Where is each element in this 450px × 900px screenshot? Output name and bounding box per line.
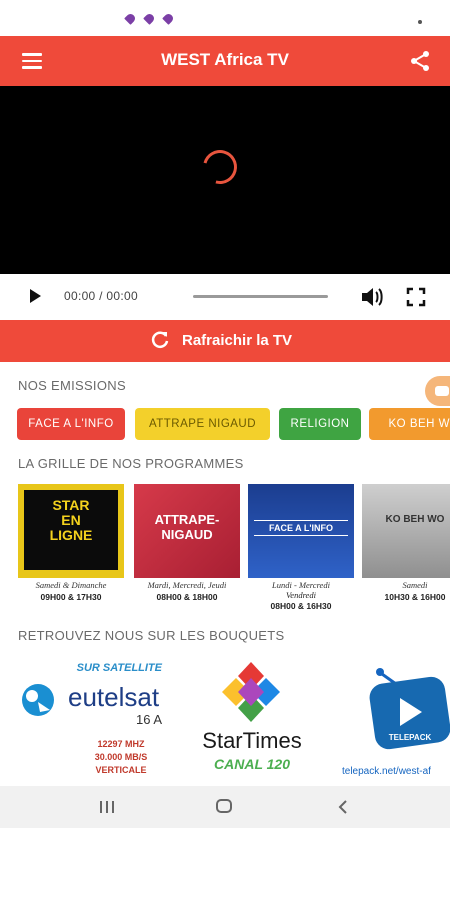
bouquets-list: SUR SATELLITE eutelsat 16 A 12297 MHZ 30… [18,656,450,786]
status-bar [0,0,450,36]
emission-chip[interactable]: KO BEH WO [369,408,450,440]
program-thumbnail-text: KO BEH WO [385,514,445,525]
telepack-logo-icon: TELEPACK [369,668,450,750]
refresh-label: Rafraichir la TV [182,331,293,349]
program-thumbnail-text: ATTRAPE- [154,512,220,527]
emission-chip[interactable]: RELIGION [279,408,361,440]
program-days: Samedi & Dimanche [35,580,107,590]
section-title-emissions: NOS EMISSIONS [18,378,126,393]
notification-icon [143,12,156,25]
section-title-programmes: LA GRILLE DE NOS PROGRAMMES [18,456,244,471]
bouquet-card-startimes[interactable]: StarTimes CANAL 120 [178,656,326,784]
program-thumbnail-text: FACE A L'INFO [269,523,333,533]
notification-icons [124,12,175,25]
bouquet-channel: CANAL 120 [214,756,290,772]
battery-icon [418,20,422,24]
program-hours: 10H30 & 16H00 [384,592,446,602]
program-hours: 08H00 & 18H00 [156,592,218,602]
telepack-logo-text: TELEPACK [389,733,432,742]
program-card[interactable]: STAR EN LIGNE Samedi & Dimanche 09H00 & … [18,484,124,612]
player-controls: 00:00 / 00:00 [0,274,450,320]
program-thumbnail: FACE A L'INFO [248,484,354,578]
bouquet-sub: 16 A [135,712,162,727]
programmes-list: STAR EN LIGNE Samedi & Dimanche 09H00 & … [18,484,450,614]
emission-chip[interactable]: ATTRAPE NIGAUD [135,408,270,440]
program-thumbnail: STAR EN LIGNE [18,484,124,578]
notification-icon [124,12,137,25]
bouquet-name: eutelsat [68,682,160,712]
program-days: Samedi [402,580,428,590]
bouquet-card-eutelsat[interactable]: SUR SATELLITE eutelsat 16 A 12297 MHZ 30… [18,656,166,784]
time-display: 00:00 / 00:00 [64,289,138,303]
program-thumbnail: KO BEH WO [362,484,450,578]
bouquet-name: StarTimes [202,728,302,753]
emissions-list: FACE A L'INFO ATTRAPE NIGAUD RELIGION KO… [17,408,450,442]
fullscreen-icon[interactable] [406,287,426,307]
bouquet-card-telepack[interactable]: TELEPACK telepack.net/west-af [338,656,450,784]
bouquet-symbol-rate: 30.000 MB/S [94,752,148,762]
emission-chip[interactable]: FACE A L'INFO [17,408,125,440]
bouquet-heading: SUR SATELLITE [76,662,162,674]
bouquet-polarization: VERTICALE [95,765,147,775]
program-days: Mardi, Mercredi, Jeudi [147,580,227,590]
program-card[interactable]: KO BEH WO Samedi 10H30 & 16H00 [362,484,450,612]
play-icon[interactable] [30,289,41,303]
program-card[interactable]: FACE A L'INFO Lundi - Mercredi Vendredi … [248,484,354,612]
app-title: WEST Africa TV [161,50,289,69]
program-days: Lundi - Mercredi [272,580,330,590]
youtube-icon[interactable] [425,376,450,406]
program-card[interactable]: ATTRAPE- NIGAUD Mardi, Mercredi, Jeudi 0… [134,484,240,612]
program-days-extra: Vendredi [286,590,316,600]
program-thumbnail-text: NIGAUD [161,527,213,542]
section-title-bouquets: RETROUVEZ NOUS SUR LES BOUQUETS [18,628,285,643]
volume-icon[interactable] [360,286,384,308]
program-hours: 09H00 & 17H30 [40,592,102,602]
app-bar: WEST Africa TV [0,36,450,86]
program-thumbnail-text: STAR [52,497,90,513]
startimes-logo-icon [222,662,280,722]
bouquet-url: telepack.net/west-af [342,766,431,777]
system-nav-bar [0,786,450,828]
home-icon[interactable] [216,799,232,813]
program-thumbnail-text: EN [61,512,81,528]
seek-bar[interactable] [193,295,328,298]
back-icon[interactable] [336,799,350,815]
share-icon[interactable] [408,49,432,73]
eutelsat-logo-icon [22,684,54,716]
refresh-button[interactable]: Rafraichir la TV [0,320,450,362]
bouquet-frequency: 12297 MHZ [97,739,145,749]
notification-icon [162,12,175,25]
refresh-icon [151,331,169,348]
program-hours: 08H00 & 16H30 [270,601,332,611]
program-thumbnail-text: LIGNE [49,527,93,543]
program-thumbnail: ATTRAPE- NIGAUD [134,484,240,578]
recents-icon[interactable] [100,801,116,813]
